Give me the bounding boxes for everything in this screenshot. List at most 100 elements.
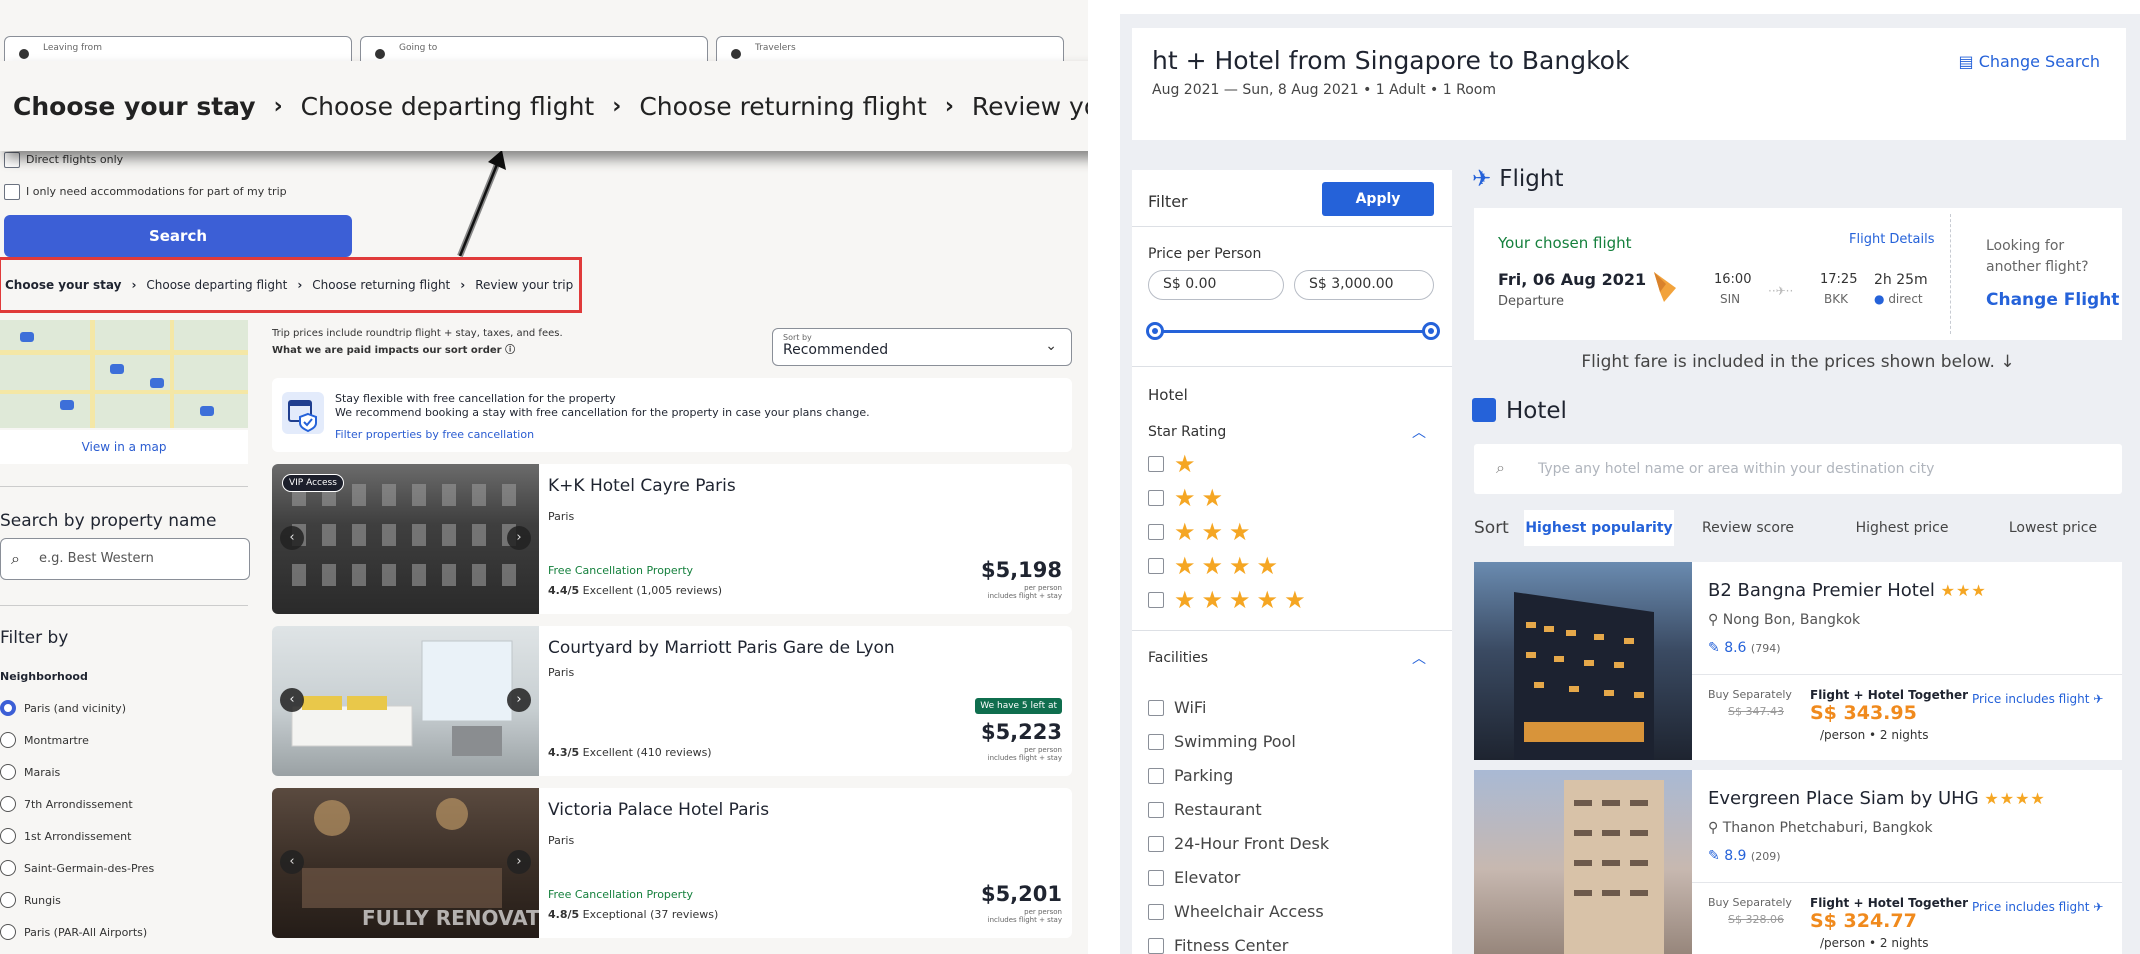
star-3-checkbox[interactable] bbox=[1148, 524, 1164, 540]
departure-label: Departure bbox=[1498, 294, 1564, 309]
hotel-card[interactable]: FULLY RENOVATED ‹ › Victoria Palace Hote… bbox=[272, 788, 1072, 938]
facility-checkbox[interactable] bbox=[1148, 836, 1164, 852]
search-button[interactable]: Search bbox=[4, 215, 352, 257]
breadcrumb-step-returning[interactable]: Choose returning flight bbox=[312, 278, 450, 292]
hotel-name[interactable]: B2 Bangna Premier Hotel ★★★ bbox=[1708, 580, 1987, 601]
hotel-name[interactable]: Courtyard by Marriott Paris Gare de Lyon bbox=[548, 638, 895, 658]
radio-paris-vicinity[interactable] bbox=[0, 700, 16, 716]
hotel-card[interactable]: ‹ › Courtyard by Marriott Paris Gare de … bbox=[272, 626, 1072, 776]
chevron-left-icon[interactable]: ‹ bbox=[280, 850, 304, 874]
neighborhood-label: Paris (and vicinity) bbox=[24, 702, 126, 715]
radio-paris-airports[interactable] bbox=[0, 924, 16, 940]
radio-saint-germain[interactable] bbox=[0, 860, 16, 876]
breadcrumb-step-returning[interactable]: Choose returning flight bbox=[639, 92, 927, 121]
radio-marais[interactable] bbox=[0, 764, 16, 780]
radio-1st[interactable] bbox=[0, 828, 16, 844]
property-name-input[interactable]: ⌕ e.g. Best Western bbox=[0, 538, 250, 580]
change-flight-link[interactable]: Change Flight bbox=[1986, 290, 2119, 310]
direct-flights-checkbox[interactable] bbox=[4, 152, 20, 168]
direct-label: ● direct bbox=[1874, 292, 1923, 306]
info-icon[interactable]: ⓘ bbox=[505, 345, 515, 356]
chevron-right-icon: › bbox=[944, 93, 954, 119]
map-thumbnail[interactable] bbox=[0, 320, 248, 428]
star-icon: ★★★ bbox=[1940, 581, 1987, 600]
facilities-label: Facilities bbox=[1148, 650, 1208, 666]
sort-tab-lowest-price[interactable]: Lowest price bbox=[1988, 510, 2118, 546]
hotel-city: Paris bbox=[548, 666, 575, 679]
breadcrumb-step-review[interactable]: Review your trip bbox=[475, 278, 573, 292]
chevron-left-icon[interactable]: ‹ bbox=[280, 688, 304, 712]
neighborhood-label: Marais bbox=[24, 766, 61, 779]
facility-checkbox[interactable] bbox=[1148, 904, 1164, 920]
hotel-name[interactable]: Victoria Palace Hotel Paris bbox=[548, 800, 769, 820]
hotel-name[interactable]: Evergreen Place Siam by UHG ★★★★ bbox=[1708, 788, 2046, 809]
breadcrumb-step-stay[interactable]: Choose your stay bbox=[13, 92, 256, 121]
sort-tab-highest-price[interactable]: Highest price bbox=[1842, 510, 1962, 546]
price-includes-flight: Price includes flight ✈ bbox=[1972, 900, 2104, 914]
departure-airport: SIN bbox=[1720, 292, 1741, 306]
chosen-flight-label: Your chosen flight bbox=[1498, 234, 1632, 252]
chevron-right-icon[interactable]: › bbox=[507, 526, 531, 550]
breadcrumb-step-departing[interactable]: Choose departing flight bbox=[146, 278, 287, 292]
sort-dropdown[interactable]: Sort by Recommended ⌄ bbox=[772, 328, 1072, 366]
dot-icon: ● bbox=[1874, 292, 1885, 306]
chevron-down-icon: ⌄ bbox=[1045, 338, 1057, 354]
chosen-flight-card: Your chosen flight Flight Details Fri, 0… bbox=[1474, 208, 2122, 340]
flight-details-link[interactable]: Flight Details bbox=[1849, 232, 1935, 247]
chevron-right-icon[interactable]: › bbox=[507, 850, 531, 874]
facility-checkbox[interactable] bbox=[1148, 938, 1164, 954]
radio-7th[interactable] bbox=[0, 796, 16, 812]
breadcrumb-step-stay[interactable]: Choose your stay bbox=[5, 278, 121, 292]
radio-rungis[interactable] bbox=[0, 892, 16, 908]
max-price-input[interactable]: S$ 3,000.00 bbox=[1294, 270, 1434, 300]
hotel-photo bbox=[1474, 770, 1692, 954]
facility-checkbox[interactable] bbox=[1148, 802, 1164, 818]
price-slider-min-handle[interactable] bbox=[1146, 322, 1164, 340]
hotel-search-input[interactable]: ⌕ Type any hotel name or area within you… bbox=[1474, 444, 2122, 494]
chevron-up-icon[interactable]: ︿ bbox=[1412, 422, 1426, 442]
star-icon: ★★★ bbox=[1174, 518, 1257, 546]
flex-title: Stay flexible with free cancellation for… bbox=[335, 392, 616, 405]
star-2-checkbox[interactable] bbox=[1148, 490, 1164, 506]
apply-button[interactable]: Apply bbox=[1322, 182, 1434, 216]
hotel-result-card[interactable]: Evergreen Place Siam by UHG ★★★★ ⚲ Thano… bbox=[1474, 770, 2122, 954]
departure-time: 16:00 bbox=[1714, 272, 1752, 287]
sort-tab-popularity[interactable]: Highest popularity bbox=[1524, 510, 1674, 546]
person-icon bbox=[731, 49, 741, 59]
view-in-map-link[interactable]: View in a map bbox=[0, 430, 248, 464]
facility-label: Swimming Pool bbox=[1174, 732, 1296, 751]
trip-price-note: Trip prices include roundtrip flight + s… bbox=[272, 328, 563, 356]
chevron-left-icon[interactable]: ‹ bbox=[280, 526, 304, 550]
hotel-card[interactable]: VIP Access ‹ › K+K Hotel Cayre Paris Par… bbox=[272, 464, 1072, 614]
price-slider-track bbox=[1154, 330, 1432, 333]
facility-checkbox[interactable] bbox=[1148, 768, 1164, 784]
facility-checkbox[interactable] bbox=[1148, 700, 1164, 716]
breadcrumb-step-departing[interactable]: Choose departing flight bbox=[301, 92, 595, 121]
sort-label: Sort bbox=[1474, 518, 1509, 538]
filter-free-cancellation-link[interactable]: Filter properties by free cancellation bbox=[335, 428, 534, 441]
radio-montmartre[interactable] bbox=[0, 732, 16, 748]
facility-checkbox[interactable] bbox=[1148, 734, 1164, 750]
hotel-score: ✎ 8.9 (209) bbox=[1708, 848, 1781, 864]
min-price-input[interactable]: S$ 0.00 bbox=[1148, 270, 1284, 300]
star-4-checkbox[interactable] bbox=[1148, 558, 1164, 574]
search-icon: ⌕ bbox=[1496, 458, 1505, 477]
search-icon: ⌕ bbox=[11, 549, 20, 568]
sort-tab-review-score[interactable]: Review score bbox=[1688, 510, 1808, 546]
flight-heading: ✈ Flight bbox=[1472, 166, 1564, 192]
star-1-checkbox[interactable] bbox=[1148, 456, 1164, 472]
price-includes-flight: Price includes flight ✈ bbox=[1972, 692, 2104, 706]
chevron-right-icon[interactable]: › bbox=[507, 688, 531, 712]
partial-stay-checkbox[interactable] bbox=[4, 184, 20, 200]
vip-access-badge: VIP Access bbox=[282, 474, 344, 492]
hotel-result-card[interactable]: B2 Bangna Premier Hotel ★★★ ⚲ Nong Bon, … bbox=[1474, 562, 2122, 760]
hotel-location: ⚲ Nong Bon, Bangkok bbox=[1708, 612, 1861, 628]
hotel-name[interactable]: K+K Hotel Cayre Paris bbox=[548, 476, 736, 496]
flight-date: Fri, 06 Aug 2021 bbox=[1498, 270, 1647, 289]
breadcrumb-step-review[interactable]: Review your trip bbox=[972, 92, 1088, 121]
change-search-link[interactable]: ▤ Change Search bbox=[1958, 52, 2100, 71]
star-5-checkbox[interactable] bbox=[1148, 592, 1164, 608]
price-slider-max-handle[interactable] bbox=[1422, 322, 1440, 340]
chevron-up-icon[interactable]: ︿ bbox=[1412, 648, 1426, 668]
facility-checkbox[interactable] bbox=[1148, 870, 1164, 886]
